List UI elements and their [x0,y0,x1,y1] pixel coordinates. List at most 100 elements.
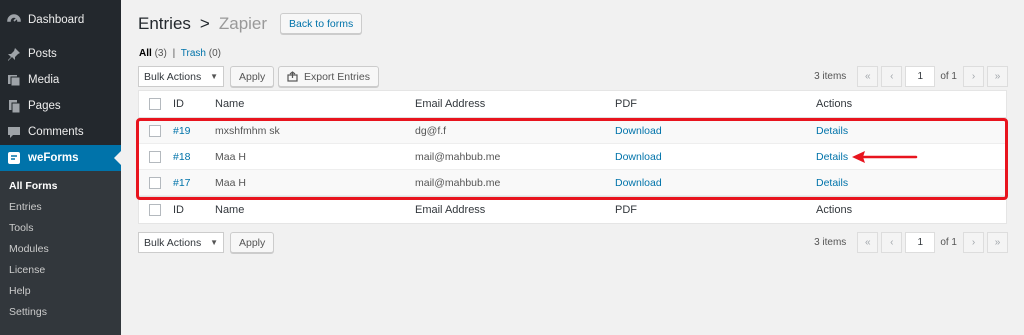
bulk-actions-value: Bulk Actions [144,236,202,249]
entry-name: Maa H [215,176,246,189]
bulk-actions-select-bottom[interactable]: Bulk Actions ▼ [138,232,224,253]
first-page-button[interactable]: « [857,66,879,87]
items-count: 3 items [814,71,847,82]
pin-icon [7,47,21,61]
table-footer-row: ID Name Email Address PDF Actions [139,196,1006,223]
entry-id-link[interactable]: #17 [173,177,191,189]
column-header-id[interactable]: ID [173,98,184,110]
column-header-actions: Actions [816,98,853,110]
chevron-down-icon: ▼ [210,238,218,247]
view-separator: | [172,48,176,59]
submenu-license[interactable]: License [9,264,45,276]
total-pages: of 1 [940,71,957,82]
admin-sidebar: Dashboard Posts Media Pages Comments weF… [0,0,121,335]
page-title: Entries [138,13,191,33]
apply-button-bottom[interactable]: Apply [230,232,275,253]
sidebar-item-label: Posts [28,48,57,60]
sidebar-item-posts[interactable]: Posts [0,41,121,67]
export-entries-button[interactable]: Export Entries [278,66,379,87]
next-page-button[interactable]: › [963,232,984,253]
main-content: Entries > Zapier Back to forms All (3) |… [121,0,1024,335]
column-footer-name: Name [215,204,245,216]
entry-name: Maa H [215,150,246,163]
bulk-actions-select-top[interactable]: Bulk Actions ▼ [138,66,224,87]
sidebar-item-label: Comments [28,126,84,138]
submenu-help[interactable]: Help [9,285,31,297]
table-header-row: ID Name Email Address PDF Actions [139,91,1006,118]
sidebar-item-pages[interactable]: Pages [0,93,121,119]
current-page-input[interactable]: 1 [905,66,936,87]
download-pdf-link[interactable]: Download [615,151,662,163]
entry-email: mail@mahbub.me [415,176,501,189]
apply-button-top[interactable]: Apply [230,66,275,87]
sidebar-item-label: Dashboard [28,14,85,26]
sidebar-item-comments[interactable]: Comments [0,119,121,145]
select-all-checkbox-footer[interactable] [149,204,161,216]
download-pdf-link[interactable]: Download [615,125,662,137]
sidebar-item-weforms[interactable]: weForms [0,145,121,171]
last-page-button[interactable]: » [987,66,1008,87]
column-footer-email: Email Address [415,204,486,216]
annotation-arrow-icon [852,151,918,163]
pagination-bottom: 3 items « ‹ 1 of 1 › » [814,232,1008,253]
select-all-checkbox[interactable] [149,98,161,110]
sidebar-item-media[interactable]: Media [0,67,121,93]
next-page-button[interactable]: › [963,66,984,87]
weforms-submenu: All Forms Entries Tools Modules License … [0,171,121,335]
entry-id-link[interactable]: #18 [173,151,191,163]
column-header-pdf: PDF [615,98,637,110]
table-row: #19 mxshfmhm sk dg@f.f Download Details [139,118,1006,144]
breadcrumb-separator: > [199,13,210,33]
download-pdf-link[interactable]: Download [615,177,662,189]
weforms-icon [7,151,21,165]
dashboard-icon [7,13,21,27]
sidebar-item-label: Media [28,74,60,86]
pages-icon [7,99,21,113]
column-footer-pdf: PDF [615,204,637,216]
view-all-link[interactable]: All [139,48,152,59]
form-name: Zapier [218,13,268,33]
entry-email: dg@f.f [415,124,447,137]
submenu-settings[interactable]: Settings [9,306,47,318]
last-page-button[interactable]: » [987,232,1008,253]
prev-page-button[interactable]: ‹ [881,232,903,253]
chevron-down-icon: ▼ [210,72,218,81]
page-title-row: Entries > Zapier Back to forms [138,13,363,34]
details-link[interactable]: Details [816,125,848,137]
comment-icon [7,125,21,139]
total-pages: of 1 [940,237,957,248]
details-link[interactable]: Details [816,151,848,163]
export-entries-label: Export Entries [304,70,370,83]
submenu-modules[interactable]: Modules [9,243,49,255]
pagination-top: 3 items « ‹ 1 of 1 › » [814,66,1008,87]
row-checkbox[interactable] [149,176,161,189]
entry-email: mail@mahbub.me [415,150,501,163]
first-page-button[interactable]: « [857,232,879,253]
table-row: #17 Maa H mail@mahbub.me Download Detail… [139,170,1006,196]
column-header-email: Email Address [415,98,486,110]
row-checkbox[interactable] [149,150,161,163]
submenu-tools[interactable]: Tools [9,222,34,234]
prev-page-button[interactable]: ‹ [881,66,903,87]
view-all-count: (3) [154,48,167,59]
entry-name: mxshfmhm sk [215,124,280,137]
view-trash-count: (0) [208,48,222,59]
sidebar-item-label: weForms [28,152,79,164]
view-trash-link[interactable]: Trash [181,48,206,59]
current-page-input[interactable]: 1 [905,232,936,253]
submenu-all-forms[interactable]: All Forms [9,180,57,192]
row-checkbox[interactable] [149,124,161,137]
entry-views: All (3) | Trash (0) [139,48,221,59]
bulk-actions-value: Bulk Actions [144,70,202,83]
column-header-name: Name [215,98,245,110]
items-count: 3 items [814,237,847,248]
sidebar-item-label: Pages [28,100,61,112]
details-link[interactable]: Details [816,177,848,189]
submenu-entries[interactable]: Entries [9,201,42,213]
column-footer-id[interactable]: ID [173,204,184,216]
sidebar-item-dashboard[interactable]: Dashboard [0,7,121,33]
export-icon [287,71,298,82]
back-to-forms-button[interactable]: Back to forms [280,13,363,34]
media-icon [7,73,21,87]
entry-id-link[interactable]: #19 [173,125,191,137]
